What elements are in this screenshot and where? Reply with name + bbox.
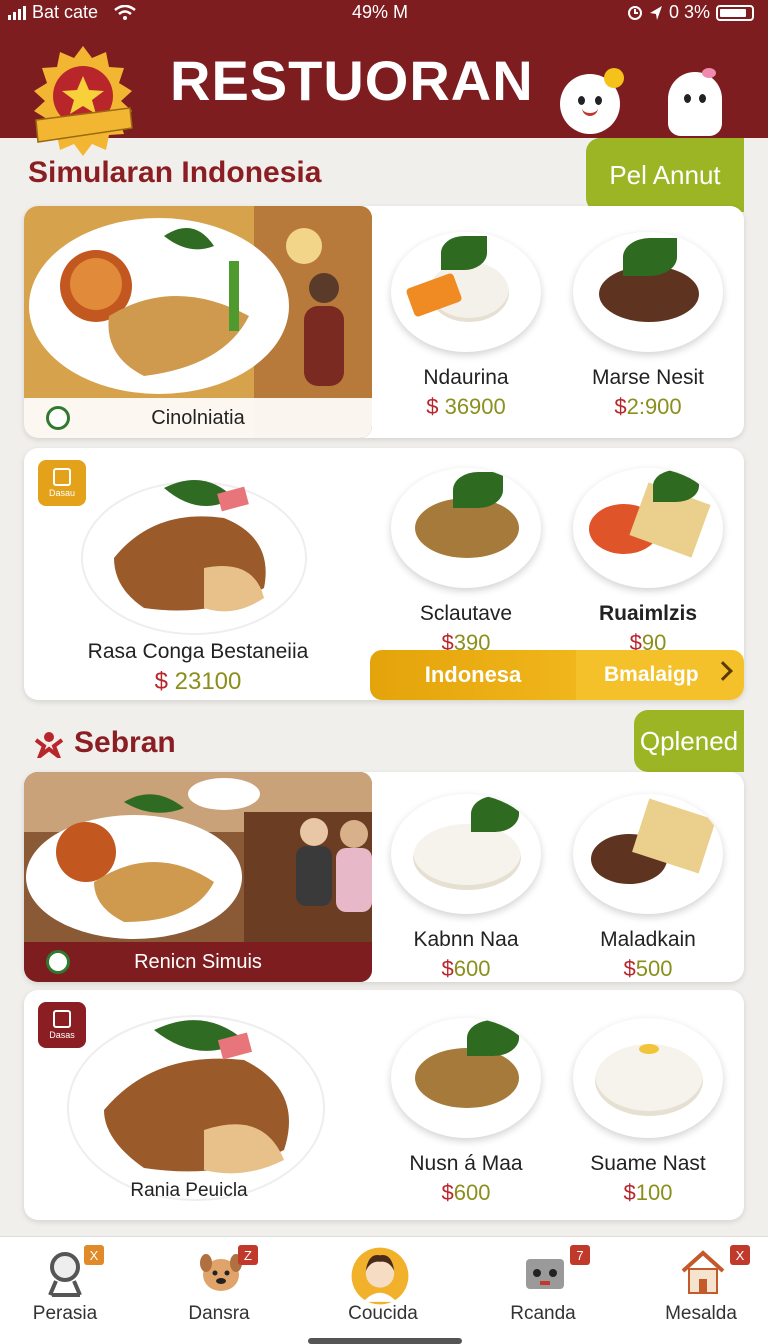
- nav-badge: 7: [570, 1245, 590, 1265]
- home-icon: [681, 1250, 725, 1294]
- wifi-icon: [114, 4, 136, 20]
- section-title-indonesia: Simularan Indonesia: [28, 156, 322, 189]
- featured-dish-1[interactable]: Cinolniatia: [24, 206, 372, 438]
- nav-badge: X: [84, 1245, 104, 1265]
- featured-dish-name: Rania Peuicla: [130, 1180, 248, 1201]
- robot-icon: [526, 1259, 564, 1289]
- pel-annut-button[interactable]: Pel Annut: [586, 138, 744, 212]
- chevron-right-icon: [713, 661, 733, 681]
- dish-item[interactable]: Marse Nesit $2:900: [558, 232, 738, 420]
- dish-plate-image: [391, 232, 541, 352]
- dish-item[interactable]: Maladkain $500: [558, 794, 738, 982]
- nav-item-mesalda[interactable]: X Mesalda: [636, 1237, 766, 1337]
- bottom-nav: X Perasia Z Dansra Coucida 7 Rcanda X Me…: [0, 1236, 768, 1344]
- dish-plate-image: [391, 1018, 541, 1138]
- dish-plate-image: [573, 794, 723, 914]
- dish-item[interactable]: Sclautave $390: [376, 468, 556, 656]
- featured-dish-label: Renicn Simuis: [24, 942, 372, 982]
- qplened-button[interactable]: Qplened: [634, 710, 744, 772]
- mascot-chat-icon[interactable]: [560, 68, 624, 134]
- dish-photo: [81, 480, 307, 635]
- app-title: RESTUORAN: [170, 49, 534, 112]
- featured-dish-4[interactable]: Dasas Rania Peuicla: [24, 990, 372, 1220]
- banner-indonesa[interactable]: Indonesa: [370, 650, 576, 700]
- battery-icon: [716, 4, 754, 21]
- featured-dish-price: $ 23100: [154, 668, 242, 695]
- alarm-icon: [627, 5, 642, 20]
- menu-card-1: Cinolniatia Ndaurina $ 36900 Marse Nesit…: [24, 206, 744, 438]
- dish-plate-image: [573, 1018, 723, 1138]
- dish-plate-image: [391, 794, 541, 914]
- dish-item[interactable]: Suame Nast $100: [558, 1018, 738, 1206]
- carrier-label: Bat cate: [32, 2, 99, 22]
- status-bar: Bat cate 49% M 0 3%: [0, 0, 768, 26]
- dish-item[interactable]: Nusn á Maa $600: [376, 1018, 556, 1206]
- category-banner[interactable]: Indonesa Bmalaigp: [370, 650, 744, 700]
- banner-bmalaigp[interactable]: Bmalaigp: [576, 650, 744, 700]
- dish-item[interactable]: Ndaurina $ 36900: [376, 232, 556, 420]
- dish-plate-image: [391, 468, 541, 588]
- status-time: 49% M: [352, 2, 409, 22]
- dish-item[interactable]: Kabnn Naa $600: [376, 794, 556, 982]
- featured-dish-name: Rasa Conga Bestaneiia: [87, 640, 309, 663]
- nav-item-dansra[interactable]: Z Dansra: [154, 1237, 284, 1337]
- home-indicator[interactable]: [308, 1338, 462, 1344]
- featured-dish-3[interactable]: Renicn Simuis: [24, 772, 372, 982]
- leaf-badge-icon: [46, 950, 70, 974]
- leaf-badge-icon: [46, 406, 70, 430]
- app-header: RESTUORAN: [0, 26, 768, 156]
- battery-percent: 0 3%: [668, 2, 710, 22]
- featured-dish-label: Cinolniatia: [24, 398, 372, 438]
- featured-dish-2[interactable]: Dasau Rasa Conga Bestaneiia $ 23100: [24, 448, 372, 700]
- menu-card-4: Dasas Rania Peuicla Nusn á Maa $600 Suam…: [24, 990, 744, 1220]
- sebran-section-icon: [34, 728, 64, 763]
- profile-icon: [351, 1247, 409, 1305]
- menu-card-3: Renicn Simuis Kabnn Naa $600 Maladkain $…: [24, 772, 744, 982]
- menu-card-2: Dasau Rasa Conga Bestaneiia $ 23100 Scla…: [24, 448, 744, 700]
- mascot-ghost-icon[interactable]: [668, 68, 722, 136]
- logo-badge-icon[interactable]: [28, 46, 138, 156]
- nav-badge: Z: [238, 1245, 258, 1265]
- dish-plate-image: [573, 232, 723, 352]
- location-icon: [649, 5, 662, 20]
- section-title-sebran: Sebran: [74, 726, 176, 759]
- nav-badge: X: [730, 1245, 750, 1265]
- nav-item-perasia[interactable]: X Perasia: [0, 1237, 130, 1337]
- nav-item-coucida[interactable]: Coucida: [318, 1237, 448, 1337]
- dish-item[interactable]: Ruaimlzis $90: [558, 468, 738, 656]
- dish-plate-image: [573, 468, 723, 588]
- signal-icon: [8, 5, 26, 20]
- nav-item-rcanda[interactable]: 7 Rcanda: [478, 1237, 608, 1337]
